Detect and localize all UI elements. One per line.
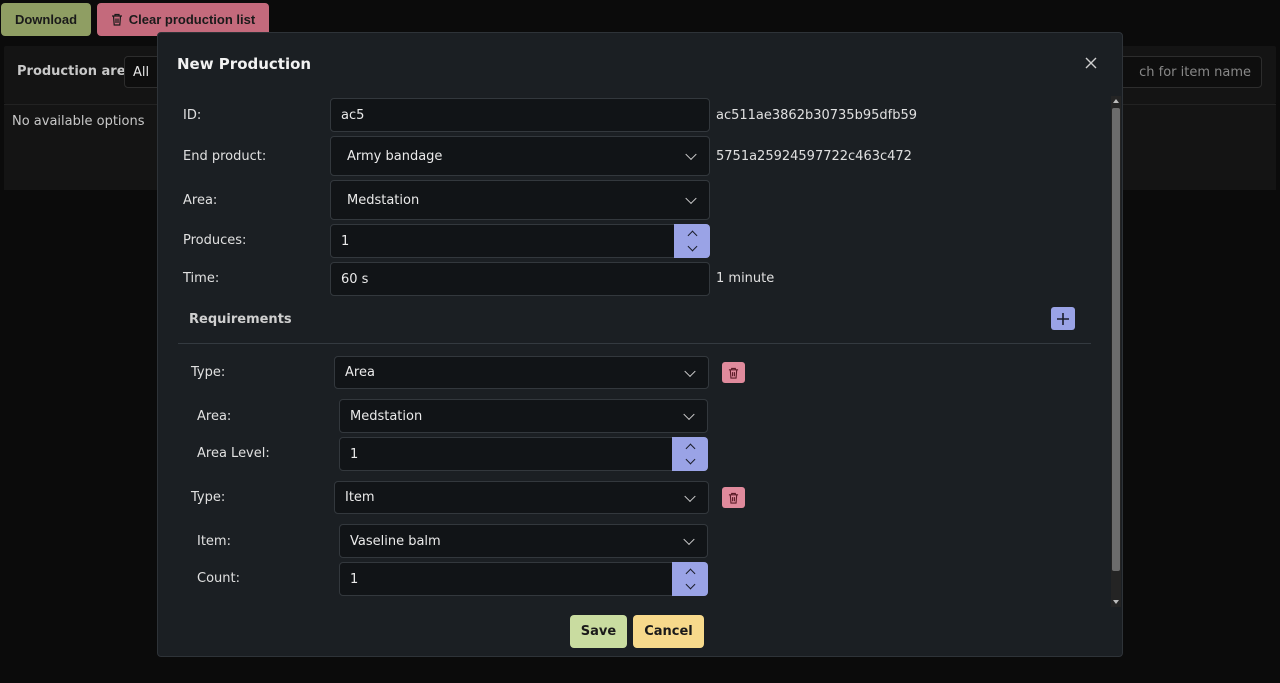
- count-stepper[interactable]: [672, 562, 708, 596]
- delete-requirement-button[interactable]: [722, 487, 745, 508]
- area-level-stepper[interactable]: [672, 437, 708, 471]
- trash-icon: [111, 13, 122, 26]
- requirement-count-label: Count:: [197, 571, 240, 586]
- requirement-type-label: Type:: [191, 365, 226, 380]
- trash-icon: [728, 367, 739, 379]
- delete-requirement-button[interactable]: [722, 362, 745, 383]
- close-icon[interactable]: [1082, 55, 1100, 73]
- area-label: Area:: [183, 193, 218, 208]
- chevron-down-icon: [684, 490, 696, 502]
- divider: [178, 343, 1091, 344]
- requirement-item-label: Item:: [197, 534, 231, 549]
- time-label: Time:: [183, 271, 220, 286]
- new-production-dialog: New Production ID: ac5 ac511ae3862b30735…: [157, 32, 1123, 657]
- scroll-up-icon[interactable]: [1113, 99, 1119, 103]
- requirement-area-value: Medstation: [350, 408, 423, 424]
- chevron-up-icon[interactable]: [685, 443, 695, 454]
- scrollbar-thumb[interactable]: [1112, 108, 1120, 571]
- requirements-heading: Requirements: [189, 312, 292, 327]
- dialog-title: New Production: [177, 55, 312, 73]
- requirement-area-label: Area:: [197, 409, 232, 424]
- requirement-area-level-input[interactable]: 1: [339, 437, 708, 471]
- requirement-item-value: Vaseline balm: [350, 533, 441, 549]
- requirement-count-input[interactable]: 1: [339, 562, 708, 596]
- requirement-type-value: Item: [345, 490, 375, 505]
- end-product-label: End product:: [183, 149, 267, 164]
- empty-message: No available options: [12, 114, 145, 129]
- chevron-down-icon: [683, 533, 695, 546]
- chevron-down-icon[interactable]: [687, 241, 697, 252]
- download-button[interactable]: Download: [1, 3, 91, 36]
- chevron-down-icon: [684, 365, 696, 377]
- clear-label: Clear production list: [128, 12, 256, 27]
- time-value: 60 s: [341, 271, 369, 287]
- chevron-down-icon: [683, 408, 695, 421]
- requirement-item-select[interactable]: Vaseline balm: [339, 524, 708, 558]
- requirement-type-select[interactable]: Item: [334, 481, 709, 514]
- area-value: Medstation: [347, 192, 420, 208]
- scrollbar[interactable]: [1111, 96, 1121, 607]
- produces-value: 1: [341, 233, 350, 249]
- chevron-up-icon[interactable]: [685, 568, 695, 579]
- requirement-area-level-value: 1: [350, 446, 359, 462]
- chevron-down-icon[interactable]: [685, 579, 695, 590]
- chevron-down-icon: [685, 192, 697, 205]
- time-human: 1 minute: [716, 271, 775, 286]
- end-product-hash: 5751a25924597722c463c472: [716, 149, 912, 164]
- requirement-area-level-label: Area Level:: [197, 446, 270, 461]
- search-input[interactable]: ch for item name: [1112, 56, 1262, 88]
- requirement-type-value: Area: [345, 365, 375, 380]
- save-button[interactable]: Save: [570, 615, 627, 648]
- id-label: ID:: [183, 108, 202, 123]
- produces-label: Produces:: [183, 233, 247, 248]
- scroll-down-icon[interactable]: [1113, 600, 1119, 604]
- id-hash: ac511ae3862b30735b95dfb59: [716, 108, 917, 123]
- id-input[interactable]: ac5: [330, 98, 710, 132]
- chevron-down-icon: [685, 148, 697, 161]
- requirement-area-select[interactable]: Medstation: [339, 399, 708, 433]
- requirement-type-label: Type:: [191, 490, 226, 505]
- chevron-down-icon[interactable]: [685, 454, 695, 465]
- produces-stepper[interactable]: [674, 224, 710, 258]
- production-area-label: Production area: [17, 64, 135, 79]
- requirement-count-value: 1: [350, 571, 359, 587]
- end-product-select[interactable]: Army bandage: [330, 136, 710, 176]
- requirement-type-select[interactable]: Area: [334, 356, 709, 389]
- end-product-value: Army bandage: [347, 148, 443, 164]
- add-requirement-button[interactable]: [1051, 307, 1075, 330]
- time-input[interactable]: 60 s: [330, 262, 710, 296]
- trash-icon: [728, 492, 739, 504]
- cancel-button[interactable]: Cancel: [633, 615, 704, 648]
- produces-input[interactable]: 1: [330, 224, 710, 258]
- id-value: ac5: [341, 107, 365, 123]
- area-select[interactable]: Medstation: [330, 180, 710, 220]
- chevron-up-icon[interactable]: [687, 230, 697, 241]
- plus-icon: [1057, 312, 1069, 325]
